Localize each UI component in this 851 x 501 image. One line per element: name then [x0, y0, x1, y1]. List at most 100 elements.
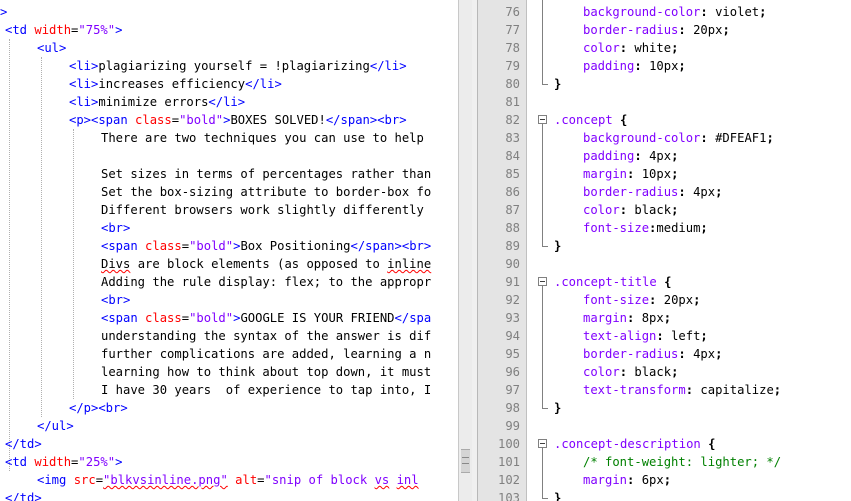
code-line[interactable]: <td width="75%"> — [5, 21, 122, 39]
line-number-gutter: 76 77 78 79 80 81 82 83 84 85 86 87 88 89 90 91 92 93 94 95… — [478, 0, 527, 501]
code-line[interactable]: .concept-description { — [554, 435, 715, 453]
code-token: } — [554, 491, 562, 501]
code-token: "snip of block — [264, 473, 375, 487]
code-line[interactable]: <p><span class="bold">BOXES SOLVED!</spa… — [69, 111, 407, 129]
code-line[interactable]: I have 30 years of experience to tap int… — [101, 381, 431, 399]
code-token: inline — [387, 257, 432, 271]
code-token: { — [708, 437, 716, 451]
code-token: understanding the syntax of the answer i… — [101, 329, 432, 343]
code-token: <td — [5, 23, 35, 37]
code-line[interactable]: <li>minimize errors</li> — [69, 93, 245, 111]
fold-toggle-icon[interactable] — [538, 439, 547, 448]
code-line[interactable]: padding: 4px; — [583, 147, 678, 165]
code-line[interactable]: text-align: left; — [583, 327, 708, 345]
code-line[interactable]: margin: 6px; — [583, 471, 671, 489]
line-number: 78 — [505, 41, 520, 55]
code-line[interactable]: <ul> — [37, 39, 66, 57]
code-line[interactable]: } — [554, 237, 561, 255]
code-token: </td> — [5, 491, 42, 501]
code-line[interactable]: color: black; — [583, 363, 678, 381]
fold-toggle-icon[interactable] — [538, 277, 547, 286]
code-line[interactable]: margin: 8px; — [583, 309, 671, 327]
code-line[interactable]: background-color: #DFEAF1; — [583, 129, 774, 147]
line-number: 83 — [505, 131, 520, 145]
code-token: > — [115, 23, 123, 37]
code-token: = — [171, 113, 180, 127]
code-token: padding — [583, 59, 635, 73]
code-line[interactable]: </ul> — [37, 417, 74, 435]
code-line[interactable]: <li>increases efficiency</li> — [69, 75, 282, 93]
fold-end-marker — [542, 492, 548, 499]
fold-end-marker — [542, 240, 548, 247]
code-line[interactable]: } — [554, 489, 561, 501]
fold-margin[interactable] — [538, 0, 550, 501]
code-line[interactable]: color: white; — [583, 39, 678, 57]
code-token: ; — [700, 329, 708, 343]
code-line[interactable]: Divs are block elements (as opposed to i… — [101, 255, 431, 273]
code-token: 20px — [693, 23, 723, 37]
code-line[interactable]: text-transform: capitalize; — [583, 381, 781, 399]
code-line[interactable]: <span class="bold">Box Positioning</span… — [101, 237, 431, 255]
code-line[interactable]: understanding the syntax of the answer i… — [101, 327, 431, 345]
right-editor-pane[interactable]: 76 77 78 79 80 81 82 83 84 85 86 87 88 89 90 91 92 93 94 95… — [478, 0, 851, 501]
line-number: 80 — [505, 77, 520, 91]
code-line[interactable]: border-radius: 4px; — [583, 345, 722, 363]
code-line[interactable]: Adding the rule display: flex; to the ap… — [101, 273, 431, 291]
code-token: ; — [722, 23, 730, 37]
code-line[interactable]: margin: 10px; — [583, 165, 678, 183]
code-line[interactable]: <li>plagiarizing yourself = !plagiarizin… — [69, 57, 407, 75]
code-line[interactable]: border-radius: 20px; — [583, 21, 730, 39]
code-line[interactable]: <img src="blkvsinline.png" alt="snip of … — [37, 471, 419, 489]
fold-line — [542, 448, 543, 492]
line-number: 94 — [505, 329, 520, 343]
code-token: ; — [715, 347, 723, 361]
code-line[interactable]: </p><br> — [69, 399, 128, 417]
code-line[interactable]: </td> — [5, 489, 42, 501]
code-token: There are two techniques you can use to … — [101, 131, 424, 145]
code-line[interactable]: padding: 10px; — [583, 57, 686, 75]
code-token: 8px — [641, 311, 664, 325]
code-line[interactable]: further complications are added, learnin… — [101, 345, 431, 363]
code-line[interactable]: .concept { — [554, 111, 627, 129]
code-line[interactable]: background-color: violet; — [583, 3, 766, 21]
fold-toggle-icon[interactable] — [538, 115, 547, 124]
code-line[interactable]: } — [554, 75, 561, 93]
code-line[interactable]: Different browsers work slightly differe… — [101, 201, 424, 219]
code-token: I have 30 years of experience to tap int… — [101, 383, 432, 397]
line-number: 97 — [505, 383, 520, 397]
code-line[interactable]: color: black; — [583, 201, 678, 219]
code-token: Set sizes in terms of percentages rather… — [101, 167, 432, 181]
left-editor-pane[interactable]: > <td width="75%"> <ul> <li>plagiarizing yo… — [0, 0, 458, 501]
code-token: font-size — [583, 221, 650, 235]
fold-line — [542, 124, 543, 240]
code-line[interactable]: Set the box-sizing attribute to border-b… — [101, 183, 431, 201]
code-line[interactable]: <td width="25%"> — [5, 453, 122, 471]
code-line[interactable]: learning how to think about top down, it… — [101, 363, 431, 381]
line-number: 96 — [505, 365, 520, 379]
code-line[interactable]: /* font-weight: lighter; */ — [583, 453, 781, 471]
code-line[interactable]: .concept-title { — [554, 273, 671, 291]
code-line[interactable]: } — [554, 399, 561, 417]
code-line[interactable]: font-size:medium; — [583, 219, 708, 237]
code-line[interactable]: <br> — [101, 291, 130, 309]
code-token: class — [135, 113, 172, 127]
code-line[interactable]: border-radius: 4px; — [583, 183, 722, 201]
code-line[interactable]: Set sizes in terms of percentages rather… — [101, 165, 431, 183]
scrollbar-grip-icon[interactable] — [461, 449, 470, 473]
code-line[interactable]: There are two techniques you can use to … — [101, 129, 424, 147]
code-token: "75%" — [78, 23, 116, 37]
code-line[interactable]: <span class="bold">GOOGLE IS YOUR FRIEND… — [101, 309, 431, 327]
code-line[interactable]: > — [0, 3, 7, 21]
code-token: "bold" — [189, 239, 234, 253]
code-token: { — [620, 113, 628, 127]
code-line[interactable]: <br> — [101, 219, 130, 237]
code-token: background-color — [583, 131, 701, 145]
code-token: 4px — [649, 149, 672, 163]
code-token: minimize errors — [98, 95, 209, 109]
code-token: ; — [671, 203, 679, 217]
code-line[interactable]: </td> — [5, 435, 42, 453]
code-line[interactable]: font-size: 20px; — [583, 291, 700, 309]
